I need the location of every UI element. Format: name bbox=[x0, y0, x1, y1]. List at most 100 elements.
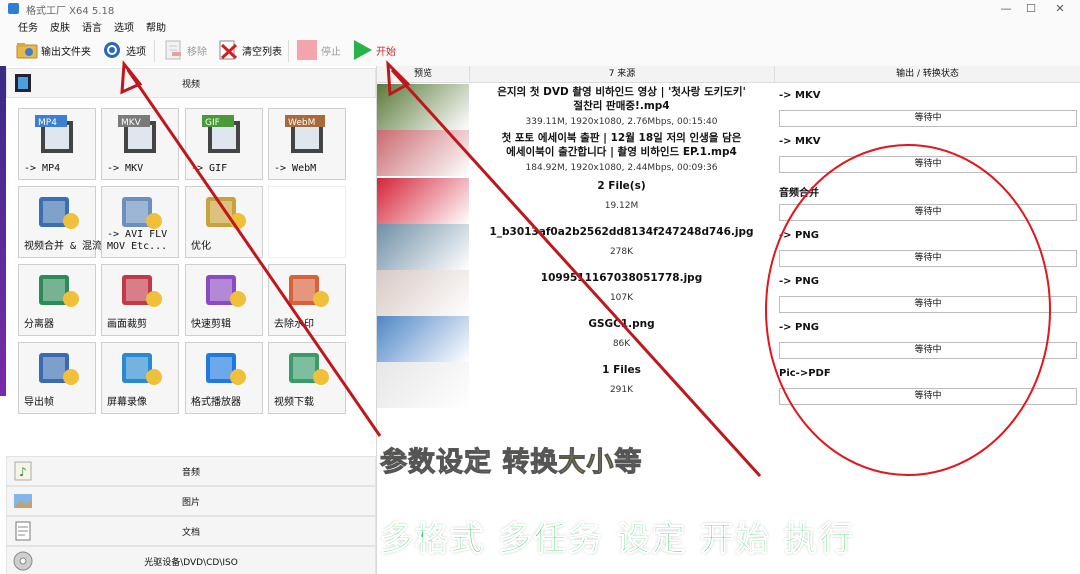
close-button[interactable]: ✕ bbox=[1050, 2, 1070, 15]
menu-skin[interactable]: 皮肤 bbox=[50, 19, 70, 34]
mkv-film-icon: MKV bbox=[116, 115, 164, 155]
clear-list-label: 清空列表 bbox=[242, 46, 282, 58]
options-button[interactable]: 选项 bbox=[101, 38, 146, 62]
tool-tile-label: 分离器 bbox=[24, 319, 54, 330]
tool-tile-6[interactable]: 优化 bbox=[185, 186, 263, 258]
task-status-box[interactable]: 等待中 bbox=[779, 156, 1077, 173]
stop-label: 停止 bbox=[321, 46, 341, 58]
minimize-button[interactable]: — bbox=[996, 2, 1016, 15]
tool-tile-label: -> GIF bbox=[191, 163, 228, 174]
title-bar: 格式工厂 X64 5.18 — ☐ ✕ bbox=[0, 0, 1080, 18]
tool-tile-label: 优化 bbox=[191, 241, 211, 252]
format-factory-window: 格式工厂 X64 5.18 — ☐ ✕ 任务 皮肤 语言 选项 帮助 输出文件夹… bbox=[0, 0, 1080, 574]
task-file-info: 107K bbox=[609, 293, 634, 303]
task-file-info: 19.12M bbox=[604, 201, 639, 211]
task-status-box[interactable]: 等待中 bbox=[779, 204, 1077, 221]
task-list: 预览 7 来源 输出 / 转换状态 은지의 첫 DVD 촬영 비하인드 영상 |… bbox=[377, 66, 1080, 574]
output-folder-label: 输出文件夹 bbox=[41, 46, 91, 58]
tool-tile-8[interactable]: 分离器 bbox=[18, 264, 96, 336]
task-file-info: 184.92M, 1920x1080, 2.44Mbps, 00:09:36 bbox=[525, 163, 718, 173]
export-frame-icon bbox=[33, 349, 81, 389]
tool-tile-11[interactable]: 去除水印 bbox=[268, 264, 346, 336]
tool-tile-7 bbox=[268, 186, 346, 258]
maximize-button[interactable]: ☐ bbox=[1021, 2, 1041, 15]
menu-bar: 任务 皮肤 语言 选项 帮助 bbox=[0, 18, 1080, 34]
image-category-header[interactable]: 图片 bbox=[6, 486, 376, 516]
tool-tile-label: 视频合并 & 混流 bbox=[24, 241, 103, 252]
tool-tile-1[interactable]: MKV -> MKV bbox=[101, 108, 179, 180]
task-output-format: -> MKV bbox=[779, 136, 821, 147]
tool-tile-13[interactable]: 屏幕录像 bbox=[101, 342, 179, 414]
task-file-info: 339.11M, 1920x1080, 2.76Mbps, 00:15:40 bbox=[525, 117, 718, 127]
screen-record-icon bbox=[116, 349, 164, 389]
task-output-format: -> MKV bbox=[779, 90, 821, 101]
video-category-label: 视频 bbox=[181, 80, 200, 90]
task-thumbnail bbox=[377, 316, 469, 362]
webm-film-icon: WebM bbox=[283, 115, 331, 155]
tool-tile-9[interactable]: 画面裁剪 bbox=[101, 264, 179, 336]
stop-button[interactable]: 停止 bbox=[296, 38, 341, 62]
task-status-box[interactable]: 等待中 bbox=[779, 250, 1077, 267]
menu-options[interactable]: 选项 bbox=[114, 19, 134, 34]
window-title: 格式工厂 X64 5.18 bbox=[26, 6, 115, 17]
tool-tile-15[interactable]: 视频下载 bbox=[268, 342, 346, 414]
menu-language[interactable]: 语言 bbox=[82, 19, 102, 34]
task-status-box[interactable]: 等待中 bbox=[779, 388, 1077, 405]
tool-tile-2[interactable]: GIF -> GIF bbox=[185, 108, 263, 180]
output-folder-button[interactable]: 输出文件夹 bbox=[16, 38, 91, 62]
quick-cut-icon bbox=[200, 271, 248, 311]
video-category-header[interactable]: 视频 bbox=[6, 68, 376, 98]
tool-tile-5[interactable]: -> AVI FLV MOV Etc... bbox=[101, 186, 179, 258]
menu-task[interactable]: 任务 bbox=[18, 19, 38, 34]
task-output-format: -> PNG bbox=[779, 230, 819, 241]
tool-tile-4[interactable]: 视频合并 & 混流 bbox=[18, 186, 102, 258]
clear-list-button[interactable]: 清空列表 bbox=[217, 38, 282, 62]
task-status-box[interactable]: 等待中 bbox=[779, 296, 1077, 313]
optimize-gear-icon bbox=[200, 193, 248, 233]
task-thumbnail bbox=[377, 362, 469, 408]
tool-tile-3[interactable]: WebM -> WebM bbox=[268, 108, 346, 180]
task-filename: 첫 포토 에세이북 출판 | 12월 18일 저의 인생을 담은 에세이북이 출… bbox=[501, 132, 742, 158]
document-category-header[interactable]: 文档 bbox=[6, 516, 376, 546]
task-thumbnail bbox=[377, 270, 469, 316]
svg-text:MP4: MP4 bbox=[38, 118, 57, 128]
task-thumbnail bbox=[377, 178, 469, 224]
remove-label: 移除 bbox=[187, 46, 207, 58]
task-status-box[interactable]: 等待中 bbox=[779, 110, 1077, 127]
toolbar-divider bbox=[288, 40, 289, 62]
task-thumbnail bbox=[377, 224, 469, 270]
task-output-format: -> PNG bbox=[779, 322, 819, 333]
toolbar: 输出文件夹 选项 移除 清空列表 停止 开始 bbox=[0, 34, 1080, 67]
disc-category-header[interactable]: 光驱设备\DVD\CD\ISO bbox=[6, 546, 376, 574]
remove-button[interactable]: 移除 bbox=[162, 38, 207, 62]
audio-category-header[interactable]: ♪ 音频 bbox=[6, 456, 376, 486]
stop-icon bbox=[296, 40, 318, 60]
tool-tile-12[interactable]: 导出帧 bbox=[18, 342, 96, 414]
menu-help[interactable]: 帮助 bbox=[146, 19, 166, 34]
folder-icon bbox=[16, 40, 38, 60]
task-status-box[interactable]: 等待中 bbox=[779, 342, 1077, 359]
svg-text:GIF: GIF bbox=[205, 118, 220, 128]
start-button[interactable]: 开始 bbox=[351, 38, 396, 62]
remove-file-icon bbox=[162, 40, 184, 60]
crop-scissors-icon bbox=[116, 271, 164, 311]
tool-tile-0[interactable]: MP4 -> MP4 bbox=[18, 108, 96, 180]
task-filename: 1_b3013af0a2b2562dd8134f247248d746.jpg bbox=[489, 226, 754, 238]
mp4-film-icon: MP4 bbox=[33, 115, 81, 155]
tool-tile-label: 格式播放器 bbox=[191, 397, 241, 408]
task-output-format: -> PNG bbox=[779, 276, 819, 287]
task-filename: 은지의 첫 DVD 촬영 비하인드 영상 | '첫사랑 도키도키' 절찬리 판매… bbox=[497, 86, 746, 112]
task-output-format: Pic->PDF bbox=[779, 368, 831, 379]
video-merge-icon bbox=[33, 193, 81, 233]
tool-tile-14[interactable]: 格式播放器 bbox=[185, 342, 263, 414]
annotation-text-settings: 参数设定 转换大小等 bbox=[379, 447, 643, 479]
splitter-icon bbox=[33, 271, 81, 311]
column-preview[interactable]: 预览 bbox=[377, 66, 470, 83]
tool-tile-10[interactable]: 快速剪辑 bbox=[185, 264, 263, 336]
task-filename: GSGC1.png bbox=[588, 318, 655, 330]
tool-tile-label: 去除水印 bbox=[274, 319, 314, 330]
tool-tile-label: 画面裁剪 bbox=[107, 319, 147, 330]
column-output-status[interactable]: 输出 / 转换状态 bbox=[775, 66, 1080, 83]
desktop-wallpaper-edge bbox=[0, 66, 6, 396]
column-source[interactable]: 7 来源 bbox=[470, 66, 775, 83]
